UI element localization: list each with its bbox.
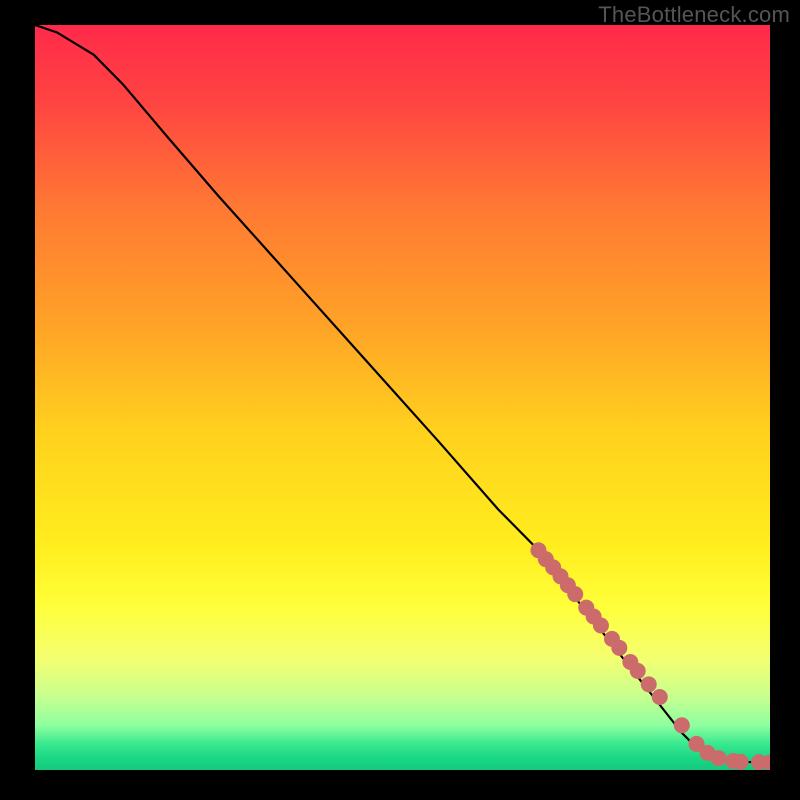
- scatter-dot: [593, 617, 609, 633]
- chart-container: TheBottleneck.com: [0, 0, 800, 800]
- scatter-dot: [641, 676, 657, 692]
- scatter-dot: [733, 754, 749, 770]
- plot-svg: [35, 25, 770, 770]
- plot-area: [35, 25, 770, 770]
- gradient-background: [35, 25, 770, 770]
- scatter-dot: [611, 640, 627, 656]
- scatter-dot: [567, 586, 583, 602]
- scatter-dot: [652, 689, 668, 705]
- scatter-dot: [630, 663, 646, 679]
- scatter-dot: [711, 750, 727, 766]
- watermark-text: TheBottleneck.com: [598, 2, 790, 28]
- scatter-dot: [674, 717, 690, 733]
